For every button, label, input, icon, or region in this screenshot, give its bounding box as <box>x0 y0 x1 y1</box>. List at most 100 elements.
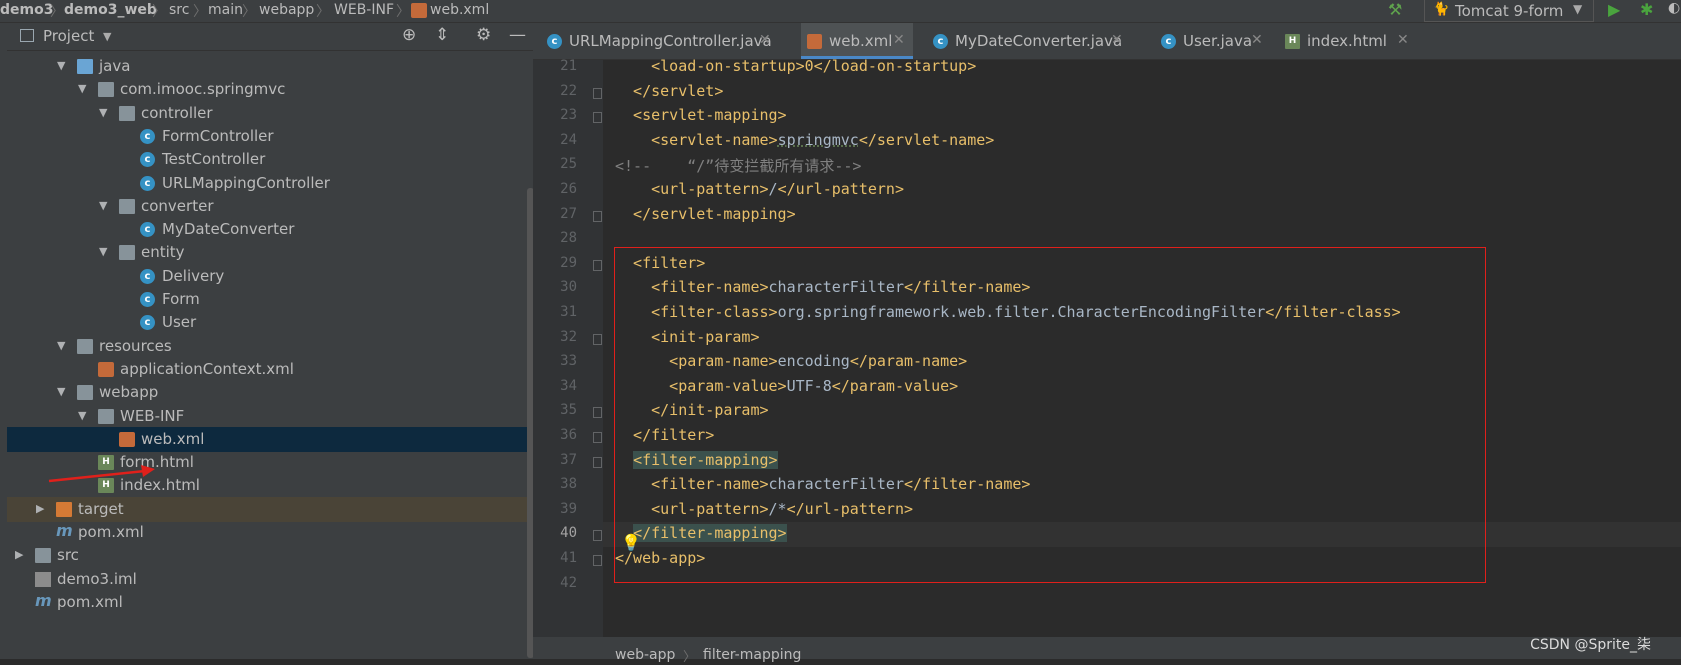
close-icon[interactable]: ✕ <box>893 32 905 48</box>
tree-item[interactable]: ▼ controller <box>7 101 533 126</box>
expanded-arrow-icon[interactable]: ▼ <box>57 59 65 72</box>
locate-icon[interactable]: ⊕ <box>402 25 416 45</box>
tree-item[interactable]: ▼ WEB-INF <box>7 404 533 429</box>
status-crumb-web-app[interactable]: web-app <box>615 647 675 663</box>
folder-icon <box>98 408 114 424</box>
minimize-icon[interactable]: — <box>509 25 526 45</box>
code-comment: <!-- “/”待变拦截所有请求--> <box>615 157 862 176</box>
tree-item-label: User <box>162 313 197 332</box>
tree-item-label: entity <box>141 243 185 262</box>
close-icon[interactable]: ✕ <box>1251 32 1263 48</box>
collapse-all-icon[interactable]: ⇕ <box>435 25 449 45</box>
close-icon[interactable]: ✕ <box>1397 32 1409 48</box>
fold-marker-icon[interactable] <box>593 87 602 99</box>
tree-item[interactable]: ▶ src <box>7 543 533 568</box>
tree-item[interactable]: m pom.xml <box>7 590 533 615</box>
breadcrumb-main[interactable]: main <box>208 2 243 18</box>
tree-item[interactable]: web.xml <box>7 426 533 452</box>
tree-item[interactable]: ▼ resources <box>7 334 533 359</box>
tree-item[interactable]: c URLMappingController <box>7 171 533 196</box>
expanded-arrow-icon[interactable]: ▼ <box>99 199 107 212</box>
tree-item[interactable]: ▼ entity <box>7 240 533 265</box>
collapsed-arrow-icon[interactable]: ▶ <box>36 502 44 515</box>
project-panel-title[interactable]: Project <box>43 27 94 45</box>
tab-web-xml[interactable]: web.xml ✕ <box>801 23 913 59</box>
editor-breadcrumb-bar: web-app 〉 filter-mapping <box>533 637 1681 665</box>
breadcrumb-file[interactable]: web.xml <box>430 2 489 18</box>
expanded-arrow-icon[interactable]: ▼ <box>57 385 65 398</box>
line-number: 24 <box>560 131 577 148</box>
tab-label: MyDateConverter.java <box>955 32 1123 50</box>
expanded-arrow-icon[interactable]: ▼ <box>78 409 86 422</box>
fold-marker-icon[interactable] <box>593 555 602 566</box>
breadcrumb-module[interactable]: demo3_web <box>64 2 157 18</box>
status-crumb-filter-mapping[interactable]: filter-mapping <box>703 647 801 663</box>
tree-item[interactable]: m pom.xml <box>7 520 533 545</box>
tree-item[interactable]: demo3.iml <box>7 567 533 592</box>
tree-item-label: target <box>78 499 124 518</box>
class-icon: c <box>140 268 155 284</box>
tree-item[interactable]: ▼ java <box>7 54 533 79</box>
chevron-down-icon: ▼ <box>1573 2 1583 16</box>
collapsed-arrow-icon[interactable]: ▶ <box>15 548 23 561</box>
tab-mydateconverter[interactable]: c MyDateConverter.java ✕ <box>933 23 1129 59</box>
run-icon[interactable]: ▶ <box>1608 0 1620 19</box>
class-icon: c <box>140 222 155 238</box>
fold-marker-icon[interactable] <box>593 112 602 124</box>
tree-item[interactable]: applicationContext.xml <box>7 357 533 382</box>
gear-icon[interactable]: ⚙ <box>476 25 491 45</box>
tree-item-label: FormController <box>162 126 274 145</box>
run-configuration-select[interactable]: 🐈 Tomcat 9-form ▼ <box>1424 0 1594 22</box>
close-icon[interactable]: ✕ <box>759 32 771 48</box>
line-number: 36 <box>560 427 577 443</box>
code-line: <!-- “/”待变拦截所有请求--> <box>615 155 861 176</box>
folder-icon <box>35 548 51 564</box>
tree-item[interactable]: ▼ converter <box>7 194 533 219</box>
code-line: <servlet-name>springmvc</servlet-name> <box>615 131 994 149</box>
chevron-down-icon[interactable]: ▼ <box>103 30 111 43</box>
project-panel: Project ▼ ⊕ ⇕ ⚙ — ▼ java ▼ com.imooc.spring… <box>7 23 534 659</box>
class-icon: c <box>140 315 155 331</box>
fold-marker-icon[interactable] <box>593 407 602 419</box>
close-icon[interactable]: ✕ <box>1111 32 1123 48</box>
tree-item[interactable]: ▼ webapp <box>7 380 533 405</box>
tab-user-java[interactable]: c User.java ✕ <box>1161 23 1271 59</box>
line-number: 21 <box>560 58 577 74</box>
fold-marker-icon[interactable] <box>593 333 602 345</box>
coverage-icon[interactable]: ◐ <box>1668 0 1680 16</box>
tree-item[interactable]: c TestController <box>7 147 533 172</box>
breadcrumb-webapp[interactable]: webapp <box>259 2 314 18</box>
tree-item-label: WEB-INF <box>120 406 185 425</box>
tree-item[interactable]: ▼ com.imooc.springmvc <box>7 77 533 102</box>
tab-index-html[interactable]: H index.html ✕ <box>1285 23 1411 59</box>
tree-item[interactable]: c FormController <box>7 124 533 149</box>
xml-file-icon <box>807 34 822 49</box>
tree-item-label: com.imooc.springmvc <box>120 80 286 99</box>
excluded-folder-icon <box>56 501 72 517</box>
expanded-arrow-icon[interactable]: ▼ <box>78 82 86 95</box>
fold-marker-icon[interactable] <box>593 210 602 222</box>
tree-item[interactable]: c User <box>7 310 533 335</box>
breadcrumb-project[interactable]: demo3 <box>0 2 53 18</box>
tab-label: index.html <box>1307 32 1387 50</box>
line-number: 34 <box>560 377 577 394</box>
breadcrumb-src[interactable]: src <box>169 2 189 18</box>
line-number: 40 <box>560 525 577 542</box>
fold-marker-icon[interactable] <box>593 456 602 468</box>
debug-icon[interactable]: ✱ <box>1640 0 1653 19</box>
tree-item[interactable]: c Delivery <box>7 264 533 289</box>
code-tag: </url-pattern> <box>777 180 904 198</box>
expanded-arrow-icon[interactable]: ▼ <box>57 339 65 352</box>
code-line: <url-pattern>/</url-pattern> <box>615 180 904 198</box>
tree-item[interactable]: c Form <box>7 287 533 312</box>
build-hammer-icon[interactable]: ⚒ <box>1388 0 1402 19</box>
expanded-arrow-icon[interactable]: ▼ <box>99 245 107 258</box>
fold-marker-icon[interactable] <box>593 259 602 271</box>
tree-item[interactable]: c MyDateConverter <box>7 217 533 242</box>
tree-item[interactable]: ▶ target <box>7 496 533 522</box>
breadcrumb-web-inf[interactable]: WEB-INF <box>334 2 394 18</box>
expanded-arrow-icon[interactable]: ▼ <box>99 106 107 119</box>
fold-marker-icon[interactable] <box>593 432 602 443</box>
fold-marker-icon[interactable] <box>593 530 602 542</box>
tab-urlmappingcontroller[interactable]: c URLMappingController.java ✕ <box>547 23 783 59</box>
